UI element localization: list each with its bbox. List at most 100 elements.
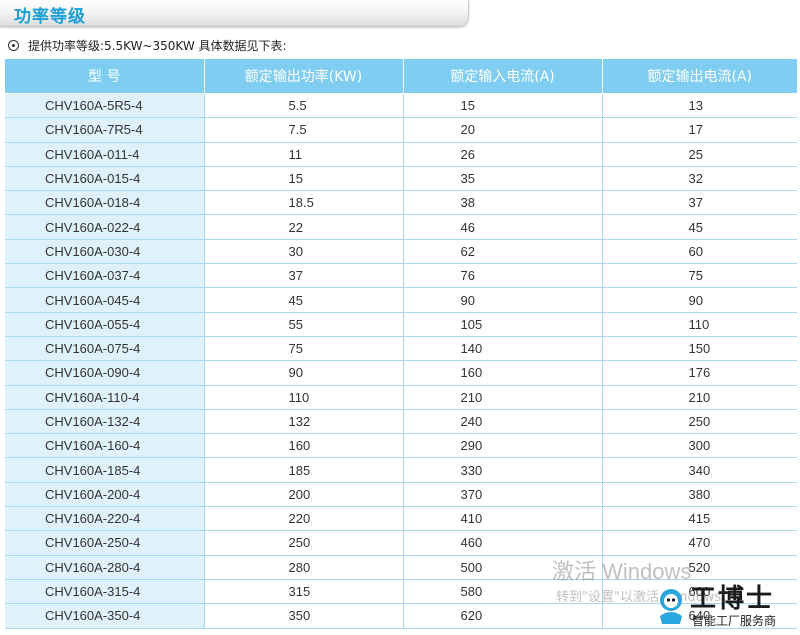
cell-input-current: 90 bbox=[403, 287, 603, 313]
section-title: 功率等级 bbox=[14, 7, 86, 27]
brand-logo: 工博士 智能工厂服务商 bbox=[654, 578, 794, 632]
cell-output-power: 110 bbox=[204, 385, 404, 410]
cell-input-current: 460 bbox=[403, 530, 603, 556]
cell-model: CHV160A-018-4 bbox=[5, 190, 205, 216]
table-row: CHV160A-160-4 160 290 300 bbox=[5, 433, 797, 459]
cell-model: CHV160A-315-4 bbox=[5, 579, 205, 605]
table-row: CHV160A-250-4 250 460 470 bbox=[5, 530, 797, 556]
cell-model: CHV160A-055-4 bbox=[5, 312, 205, 337]
cell-model: CHV160A-132-4 bbox=[5, 409, 205, 435]
logo-name: 工博士 bbox=[690, 584, 775, 614]
cell-model: CHV160A-280-4 bbox=[5, 555, 205, 580]
table-row: CHV160A-030-4 30 62 60 bbox=[5, 239, 797, 265]
cell-input-current: 370 bbox=[403, 482, 603, 508]
cell-output-power: 315 bbox=[204, 579, 404, 605]
cell-output-current: 300 bbox=[602, 433, 797, 459]
cell-model: CHV160A-110-4 bbox=[5, 385, 205, 410]
table-row: CHV160A-220-4 220 410 415 bbox=[5, 506, 797, 532]
cell-model: CHV160A-160-4 bbox=[5, 433, 205, 459]
cell-input-current: 105 bbox=[403, 312, 603, 337]
radio-bullet-icon bbox=[8, 40, 19, 51]
mascot-icon bbox=[660, 589, 682, 624]
cell-input-current: 38 bbox=[403, 190, 603, 216]
cell-output-power: 220 bbox=[204, 506, 404, 532]
header-model: 型 号 bbox=[5, 59, 205, 94]
table-row: CHV160A-015-4 15 35 32 bbox=[5, 166, 797, 192]
table-row: CHV160A-110-4 110 210 210 bbox=[5, 385, 797, 410]
cell-output-power: 5.5 bbox=[204, 93, 404, 119]
header-input-current: 额定输入电流(A) bbox=[403, 59, 603, 94]
cell-model: CHV160A-030-4 bbox=[5, 239, 205, 265]
cell-model: CHV160A-5R5-4 bbox=[5, 93, 205, 119]
cell-output-current: 13 bbox=[602, 93, 797, 119]
cell-output-current: 415 bbox=[602, 506, 797, 532]
table-row: CHV160A-090-4 90 160 176 bbox=[5, 360, 797, 386]
table-row: CHV160A-011-4 11 26 25 bbox=[5, 142, 797, 167]
cell-output-power: 37 bbox=[204, 263, 404, 289]
cell-output-current: 32 bbox=[602, 166, 797, 192]
cell-input-current: 76 bbox=[403, 263, 603, 289]
cell-model: CHV160A-350-4 bbox=[5, 603, 205, 629]
table-row: CHV160A-5R5-4 5.5 15 13 bbox=[5, 93, 797, 119]
cell-output-power: 7.5 bbox=[204, 117, 404, 143]
cell-model: CHV160A-045-4 bbox=[5, 287, 205, 313]
cell-model: CHV160A-037-4 bbox=[5, 263, 205, 289]
table-row: CHV160A-018-4 18.5 38 37 bbox=[5, 190, 797, 216]
table-row: CHV160A-185-4 185 330 340 bbox=[5, 457, 797, 483]
cell-output-current: 37 bbox=[602, 190, 797, 216]
cell-model: CHV160A-185-4 bbox=[5, 457, 205, 483]
table-row: CHV160A-045-4 45 90 90 bbox=[5, 287, 797, 313]
cell-input-current: 330 bbox=[403, 457, 603, 483]
cell-input-current: 20 bbox=[403, 117, 603, 143]
cell-output-current: 150 bbox=[602, 336, 797, 362]
cell-input-current: 62 bbox=[403, 239, 603, 265]
cell-output-current: 25 bbox=[602, 142, 797, 167]
logo-subtitle: 智能工厂服务商 bbox=[692, 614, 777, 628]
header-output-power: 额定输出功率(KW) bbox=[204, 59, 404, 94]
cell-output-current: 250 bbox=[602, 409, 797, 435]
cell-output-current: 60 bbox=[602, 239, 797, 265]
header-output-current: 额定输出电流(A) bbox=[602, 59, 797, 94]
cell-model: CHV160A-075-4 bbox=[5, 336, 205, 362]
cell-input-current: 35 bbox=[403, 166, 603, 192]
cell-output-power: 185 bbox=[204, 457, 404, 483]
cell-output-power: 160 bbox=[204, 433, 404, 459]
cell-input-current: 46 bbox=[403, 214, 603, 240]
table-row: CHV160A-200-4 200 370 380 bbox=[5, 482, 797, 508]
cell-model: CHV160A-011-4 bbox=[5, 142, 205, 167]
section-tab: 功率等级 bbox=[0, 0, 469, 27]
cell-output-current: 45 bbox=[602, 214, 797, 240]
table-header-row: 型 号 额定输出功率(KW) 额定输入电流(A) 额定输出电流(A) bbox=[5, 59, 797, 94]
table-row: CHV160A-022-4 22 46 45 bbox=[5, 214, 797, 240]
table-row: CHV160A-132-4 132 240 250 bbox=[5, 409, 797, 435]
cell-output-power: 55 bbox=[204, 312, 404, 337]
cell-output-current: 90 bbox=[602, 287, 797, 313]
cell-input-current: 26 bbox=[403, 142, 603, 167]
cell-output-power: 132 bbox=[204, 409, 404, 435]
cell-input-current: 240 bbox=[403, 409, 603, 435]
cell-model: CHV160A-015-4 bbox=[5, 166, 205, 192]
cell-output-power: 350 bbox=[204, 603, 404, 629]
cell-output-current: 17 bbox=[602, 117, 797, 143]
cell-output-power: 90 bbox=[204, 360, 404, 386]
cell-input-current: 290 bbox=[403, 433, 603, 459]
table-row: CHV160A-055-4 55 105 110 bbox=[5, 312, 797, 337]
cell-model: CHV160A-022-4 bbox=[5, 214, 205, 240]
cell-model: CHV160A-250-4 bbox=[5, 530, 205, 556]
cell-output-current: 380 bbox=[602, 482, 797, 508]
cell-output-power: 250 bbox=[204, 530, 404, 556]
table-row: CHV160A-037-4 37 76 75 bbox=[5, 263, 797, 289]
table-row: CHV160A-075-4 75 140 150 bbox=[5, 336, 797, 362]
cell-input-current: 210 bbox=[403, 385, 603, 410]
cell-output-power: 15 bbox=[204, 166, 404, 192]
cell-input-current: 410 bbox=[403, 506, 603, 532]
intro-text: 提供功率等级:5.5KW~350KW 具体数据见下表: bbox=[28, 39, 287, 53]
intro-line: 提供功率等级:5.5KW~350KW 具体数据见下表: bbox=[8, 37, 287, 54]
cell-output-power: 45 bbox=[204, 287, 404, 313]
table-row: CHV160A-7R5-4 7.5 20 17 bbox=[5, 117, 797, 143]
cell-output-power: 18.5 bbox=[204, 190, 404, 216]
cell-output-current: 176 bbox=[602, 360, 797, 386]
cell-output-current: 210 bbox=[602, 385, 797, 410]
cell-output-power: 200 bbox=[204, 482, 404, 508]
cell-output-power: 11 bbox=[204, 142, 404, 167]
